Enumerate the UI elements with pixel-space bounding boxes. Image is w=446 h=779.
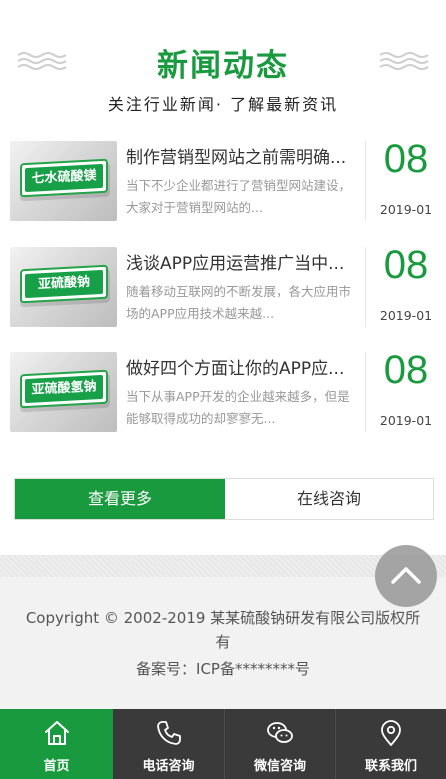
back-to-top-button[interactable] — [375, 545, 437, 607]
news-title[interactable]: 做好四个方面让你的APP应... — [126, 354, 360, 379]
nav-item-wechat[interactable]: 微信咨询 — [225, 709, 335, 779]
news-year-month: 2019-01 — [379, 308, 433, 323]
view-more-button[interactable]: 查看更多 — [15, 479, 225, 519]
news-item[interactable]: 亚硫酸钠 浅谈APP应用运营推广当中... 随着移动互联网的不断发展，各大应用市… — [0, 243, 446, 335]
nav-item-phone[interactable]: 电话咨询 — [113, 709, 224, 779]
news-thumbnail[interactable]: 亚硫酸钠 — [10, 247, 117, 327]
nav-label: 联系我们 — [364, 759, 417, 774]
news-description: 当下从事APP开发的企业越来越多，但是能够取得成功的却寥寥无... — [126, 389, 350, 426]
thumbnail-label: 亚硫酸钠 — [25, 269, 103, 299]
news-year-month: 2019-01 — [379, 413, 433, 428]
news-title[interactable]: 浅谈APP应用运营推广当中... — [126, 249, 360, 274]
news-day: 08 — [383, 137, 429, 181]
section-subtitle: 关注行业新闻· 了解最新资讯 — [107, 95, 339, 114]
nav-item-home[interactable]: 首页 — [0, 709, 113, 779]
news-description: 当下不少企业都进行了营销型网站建设，大家对于营销型网站的... — [126, 178, 352, 215]
nav-label: 首页 — [43, 759, 70, 774]
location-icon — [381, 720, 401, 746]
news-thumbnail[interactable]: 亚硫酸氢钠 — [10, 352, 117, 432]
news-section-header: 新闻动态 关注行业新闻· 了解最新资讯 — [0, 0, 446, 130]
home-icon — [44, 721, 69, 745]
news-description: 随着移动互联网的不断发展，各大应用市场的APP应用技术越来越... — [126, 284, 352, 321]
bottom-nav: 首页 电话咨询 微信咨询 联系我们 — [0, 709, 446, 779]
news-day: 08 — [383, 243, 429, 287]
action-buttons: 查看更多 在线咨询 — [14, 478, 434, 520]
wave-decoration-icon — [379, 52, 429, 70]
nav-item-contact[interactable]: 联系我们 — [336, 709, 446, 779]
thumbnail-label: 亚硫酸氢钠 — [25, 374, 103, 404]
news-title[interactable]: 制作营销型网站之前需明确... — [126, 143, 360, 168]
news-thumbnail[interactable]: 七水硫酸镁 — [10, 141, 117, 221]
icp-record: 备案号：ICP备********号 — [136, 660, 310, 678]
chevron-up-icon — [391, 567, 421, 584]
nav-label: 微信咨询 — [253, 759, 306, 774]
nav-label: 电话咨询 — [142, 759, 195, 774]
news-year-month: 2019-01 — [379, 202, 433, 217]
news-day: 08 — [383, 348, 429, 392]
news-item[interactable]: 亚硫酸氢钠 做好四个方面让你的APP应... 当下从事APP开发的企业越来越多，… — [0, 348, 446, 440]
phone-icon — [156, 721, 181, 745]
online-consult-button[interactable]: 在线咨询 — [225, 479, 433, 519]
news-item[interactable]: 七水硫酸镁 制作营销型网站之前需明确... 当下不少企业都进行了营销型网站建设，… — [0, 137, 446, 229]
wechat-icon — [267, 722, 293, 743]
copyright-text: Copyright © 2002-2019 某某硫酸钠研发有限公司版权所有 — [25, 609, 421, 651]
thumbnail-label: 七水硫酸镁 — [25, 163, 103, 193]
